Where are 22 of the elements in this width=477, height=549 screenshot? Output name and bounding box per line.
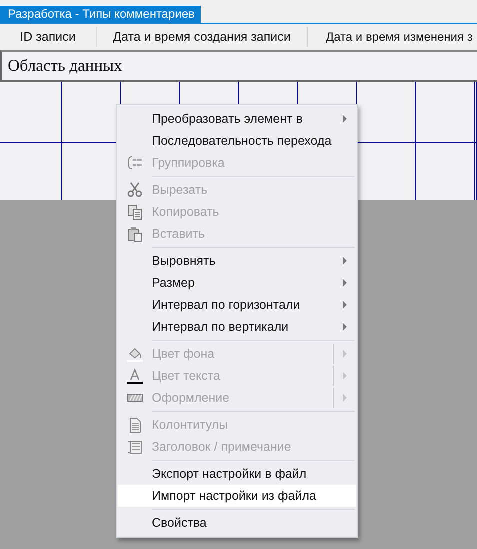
copy-icon bbox=[127, 204, 143, 220]
clipboard-icon bbox=[127, 226, 143, 242]
scissors-icon bbox=[127, 182, 143, 198]
menu-item[interactable]: Выровнять bbox=[118, 250, 356, 272]
grouping-icon bbox=[127, 155, 143, 171]
menu-item[interactable]: Интервал по горизонтали bbox=[118, 294, 356, 316]
column-header[interactable]: Дата и время создания записи bbox=[97, 27, 308, 47]
menu-item[interactable]: Импорт настройки из файла bbox=[118, 485, 356, 507]
menu-item[interactable]: Последовательность перехода bbox=[118, 130, 356, 152]
tab[interactable]: Разработка - Типы комментариев bbox=[0, 6, 201, 23]
section-title: Область данных bbox=[8, 56, 122, 76]
menu-item[interactable]: Интервал по вертикали bbox=[118, 316, 356, 338]
fill-bucket-icon bbox=[127, 346, 143, 362]
page-icon bbox=[127, 417, 143, 433]
menu-item[interactable]: Свойства bbox=[118, 512, 356, 534]
column-header[interactable]: ID записи bbox=[0, 27, 97, 47]
menu-item[interactable]: Преобразовать элемент в bbox=[118, 108, 356, 130]
header-icon bbox=[127, 439, 143, 455]
menu-item[interactable]: Размер bbox=[118, 272, 356, 294]
column-header[interactable]: Дата и время изменения з bbox=[308, 27, 473, 47]
text-color-icon bbox=[127, 368, 143, 384]
menu-item[interactable]: Экспорт настройки в файл bbox=[118, 463, 356, 485]
